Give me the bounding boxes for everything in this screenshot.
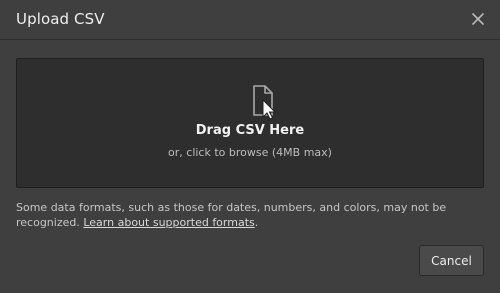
dialog-header: Upload CSV (0, 0, 500, 40)
dropzone-subtitle: or, click to browse (4MB max) (168, 146, 332, 159)
cancel-button[interactable]: Cancel (419, 245, 484, 276)
dialog-title: Upload CSV (16, 10, 105, 28)
supported-formats-link[interactable]: Learn about supported formats (83, 216, 254, 229)
dropzone-title: Drag CSV Here (195, 123, 305, 138)
csv-dropzone[interactable]: Drag CSV Here or, click to browse (4MB m… (16, 58, 484, 188)
upload-csv-dialog: Upload CSV Drag CSV Here or, click to br… (0, 0, 500, 293)
format-note-suffix: . (254, 216, 259, 229)
close-icon-graphic (472, 13, 484, 25)
close-icon[interactable] (470, 11, 486, 27)
file-cursor-icon (250, 84, 280, 120)
format-note: Some data formats, such as those for dat… (16, 200, 476, 230)
